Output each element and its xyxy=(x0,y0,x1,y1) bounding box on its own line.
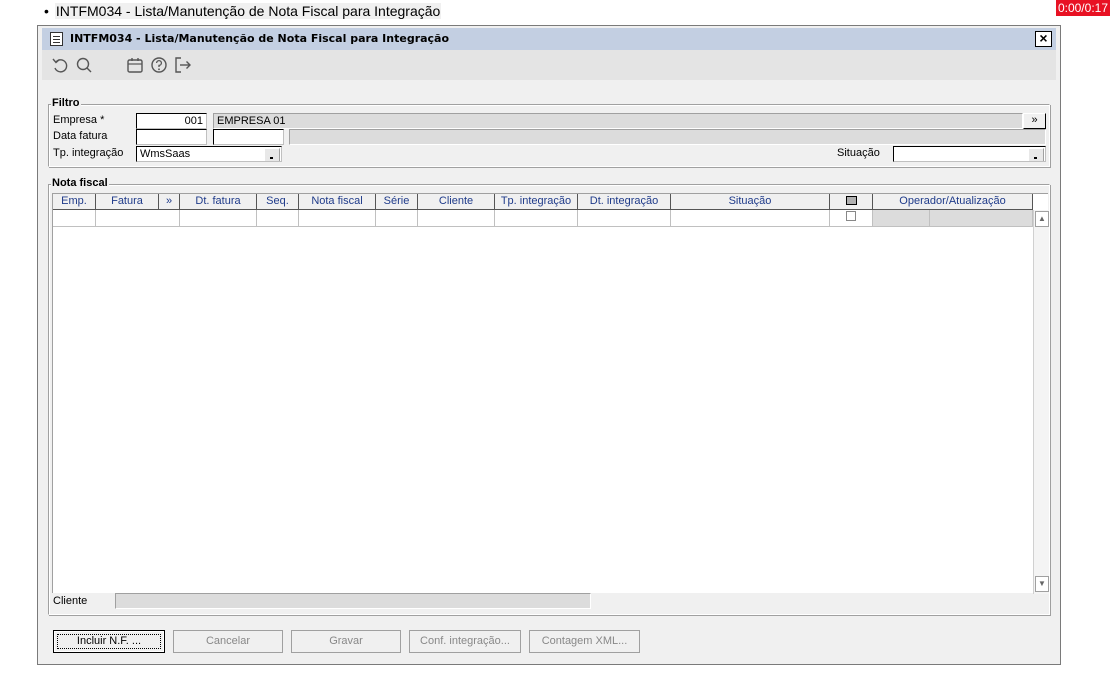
scroll-down-icon[interactable]: ▼ xyxy=(1035,576,1049,592)
cancelar-button[interactable]: Cancelar xyxy=(173,630,283,653)
incluir-nf-label: Incluir N.F. ... xyxy=(57,634,161,649)
tp-integracao-label: Tp. integração xyxy=(53,147,124,159)
cell-serie[interactable] xyxy=(376,210,418,227)
col-nota-fiscal[interactable]: Nota fiscal xyxy=(299,194,376,210)
data-fatura-to-field[interactable] xyxy=(213,129,284,145)
incluir-nf-button[interactable]: Incluir N.F. ... xyxy=(53,630,165,653)
nota-fiscal-grid[interactable]: Emp. Fatura » Dt. fatura Seq. Nota fisca… xyxy=(52,193,1049,594)
situacao-select[interactable] xyxy=(893,146,1046,162)
top-caption: • INTFM034 - Lista/Manutenção de Nota Fis… xyxy=(44,3,442,19)
toolbar xyxy=(42,50,1056,80)
chevron-down-icon[interactable] xyxy=(264,148,280,161)
cell-dt-integracao[interactable] xyxy=(578,210,671,227)
gravar-button[interactable]: Gravar xyxy=(291,630,401,653)
cell-checkbox[interactable] xyxy=(830,210,873,227)
data-fatura-readonly xyxy=(289,129,1046,145)
empresa-more-button[interactable]: » xyxy=(1023,113,1046,129)
cell-dt-fatura[interactable] xyxy=(180,210,257,227)
nota-fiscal-legend: Nota fiscal xyxy=(51,177,109,189)
title-bar: INTFM034 - Lista/Manutenção de Nota Fisc… xyxy=(42,28,1056,50)
calendar-icon[interactable] xyxy=(125,55,145,75)
chevron-down-icon[interactable] xyxy=(1028,148,1044,161)
col-serie[interactable]: Série xyxy=(376,194,418,210)
search-icon[interactable] xyxy=(74,55,94,75)
col-fatura[interactable]: Fatura xyxy=(96,194,159,210)
cell-seq[interactable] xyxy=(257,210,299,227)
col-operador[interactable]: Operador/Atualização xyxy=(873,194,1033,210)
col-dt-integracao[interactable]: Dt. integração xyxy=(578,194,671,210)
col-situacao[interactable]: Situação xyxy=(671,194,830,210)
col-cliente[interactable]: Cliente xyxy=(418,194,495,210)
col-seq[interactable]: Seq. xyxy=(257,194,299,210)
cell-tp-integracao[interactable] xyxy=(495,210,578,227)
cell-atualizacao xyxy=(930,210,1033,227)
select-all-checkbox[interactable] xyxy=(845,195,857,205)
scroll-up-icon[interactable]: ▲ xyxy=(1035,211,1049,227)
help-icon[interactable] xyxy=(149,55,169,75)
data-fatura-from-field[interactable] xyxy=(136,129,207,145)
data-fatura-label: Data fatura xyxy=(53,130,108,142)
undo-icon[interactable] xyxy=(50,55,70,75)
tp-integracao-value: WmsSaas xyxy=(140,148,191,160)
empresa-name-field: EMPRESA 01 xyxy=(213,113,1023,129)
contagem-xml-button[interactable]: Contagem XML... xyxy=(529,630,640,653)
cell-situacao[interactable] xyxy=(671,210,830,227)
col-select-all[interactable] xyxy=(830,194,873,210)
cliente-label: Cliente xyxy=(53,595,88,607)
cliente-field xyxy=(115,593,591,609)
col-dt-fatura[interactable]: Dt. fatura xyxy=(180,194,257,210)
cell-fatura[interactable] xyxy=(96,210,180,227)
timer: 0:00/0:17 xyxy=(1055,0,1110,16)
cell-cliente[interactable] xyxy=(418,210,495,227)
col-more[interactable]: » xyxy=(159,194,180,210)
main-window: INTFM034 - Lista/Manutenção de Nota Fisc… xyxy=(37,25,1061,665)
grid-scrollbar[interactable]: ▲ ▼ xyxy=(1033,210,1049,594)
close-button[interactable]: × xyxy=(1035,31,1052,47)
row-checkbox[interactable] xyxy=(846,211,856,221)
empresa-label: Empresa * xyxy=(53,114,105,126)
empresa-code-field[interactable]: 001 xyxy=(136,113,207,129)
col-emp[interactable]: Emp. xyxy=(53,194,96,210)
cell-operador xyxy=(873,210,930,227)
cell-emp[interactable] xyxy=(53,210,96,227)
window-title: INTFM034 - Lista/Manutenção de Nota Fisc… xyxy=(70,32,450,45)
situacao-label: Situação xyxy=(837,147,880,159)
filtro-legend: Filtro xyxy=(51,97,81,109)
col-tp-integracao[interactable]: Tp. integração xyxy=(495,194,578,210)
document-icon xyxy=(50,32,63,46)
conf-integracao-button[interactable]: Conf. integração... xyxy=(409,630,521,653)
exit-icon[interactable] xyxy=(173,55,193,75)
cell-nota-fiscal[interactable] xyxy=(299,210,376,227)
tp-integracao-select[interactable]: WmsSaas xyxy=(136,146,282,162)
